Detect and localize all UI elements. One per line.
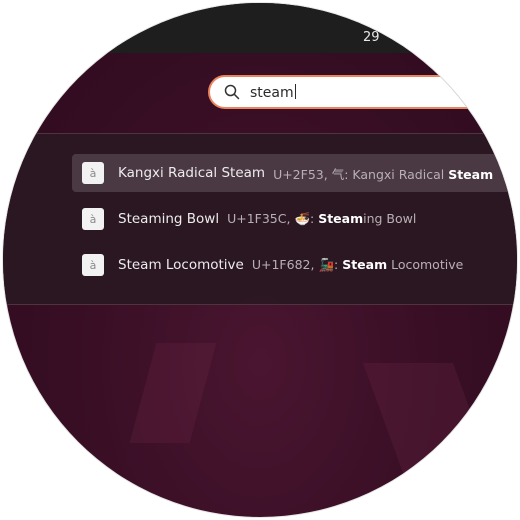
result-description: U+1F682, 🚂: Steam Locomotive xyxy=(251,257,464,272)
result-title: Kangxi Radical Steam xyxy=(118,165,266,181)
result-code: U+1F682 xyxy=(251,257,311,272)
search-input[interactable]: steam xyxy=(250,84,296,101)
wallpaper-shape-left xyxy=(129,343,217,443)
result-match: Steam xyxy=(448,166,494,182)
result-glyph: 🍜 xyxy=(294,211,311,226)
result-description: U+2F53, ⽓: Kangxi Radical Steam xyxy=(273,166,494,182)
result-item-steaming-bowl[interactable]: à Steaming Bowl U+1F35C, 🍜: Steaming Bow… xyxy=(72,200,517,238)
result-item-kangxi-radical-steam[interactable]: à Kangxi Radical Steam U+2F53, ⽓: Kangxi… xyxy=(72,154,517,192)
result-match: Steam xyxy=(318,211,364,226)
result-desc-text: : xyxy=(310,211,319,226)
character-app-icon: à xyxy=(82,162,104,184)
result-desc-text: : xyxy=(334,257,343,272)
result-desc-text: : Kangxi Radical xyxy=(344,166,449,182)
search-icon xyxy=(224,84,240,100)
magnified-screenshot: 29 steam à Kangxi Radical Steam U+2F53, … xyxy=(3,3,517,517)
result-glyph: 🚂 xyxy=(318,257,335,272)
result-glyph: ⽓ xyxy=(331,166,345,182)
result-title: Steam Locomotive xyxy=(118,257,244,273)
character-app-icon: à xyxy=(82,208,104,230)
result-match: Steam xyxy=(342,257,388,272)
wallpaper-shape-right xyxy=(362,363,494,473)
top-bar: 29 xyxy=(3,3,517,53)
search-field[interactable]: steam xyxy=(208,75,517,109)
result-desc-rest: Locomotive xyxy=(387,257,464,272)
search-results-panel: à Kangxi Radical Steam U+2F53, ⽓: Kangxi… xyxy=(3,133,517,305)
character-app-icon: à xyxy=(82,254,104,276)
result-title: Steaming Bowl xyxy=(118,211,220,227)
result-code: U+2F53 xyxy=(273,166,324,182)
result-desc-rest: ing Bowl xyxy=(363,211,417,226)
result-description: U+1F35C, 🍜: Steaming Bowl xyxy=(227,211,417,226)
result-item-steam-locomotive[interactable]: à Steam Locomotive U+1F682, 🚂: Steam Loc… xyxy=(72,246,517,284)
text-caret xyxy=(294,84,296,99)
result-code: U+1F35C xyxy=(227,211,287,226)
clock[interactable]: 29 xyxy=(363,30,380,45)
search-text: steam xyxy=(250,85,294,101)
